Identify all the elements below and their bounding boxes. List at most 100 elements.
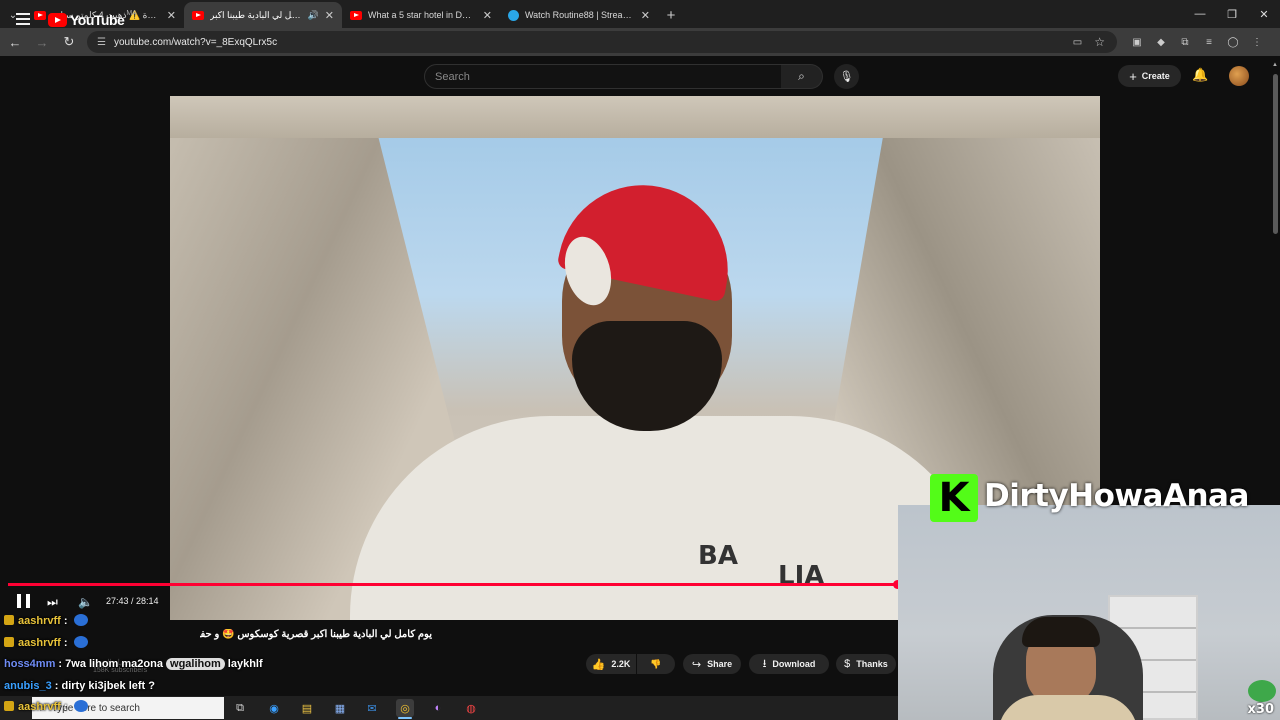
video-scene-shirt	[350, 416, 990, 620]
page-scrollbar[interactable]: ▲	[1270, 62, 1280, 502]
cast-icon[interactable]: ▭	[1073, 37, 1082, 48]
restore-icon[interactable]: ❐	[1216, 0, 1248, 28]
close-icon[interactable]: ✕	[483, 9, 492, 22]
browser-tab-2-active[interactable]: يوم كامل لي البادية طيبنا اكبر 🔊 ✕	[184, 2, 342, 28]
create-label: Create	[1141, 71, 1170, 81]
search-button[interactable]: ⌕	[781, 64, 823, 89]
close-icon[interactable]: ✕	[325, 9, 334, 22]
create-button[interactable]: + Create	[1118, 65, 1181, 87]
chat-message: aashrvff :	[4, 636, 88, 649]
thanks-label: Thanks	[856, 659, 888, 669]
scrollbar-thumb[interactable]	[1273, 74, 1278, 234]
tab-title: يوم كامل لي البادية طيبنا اكبر	[210, 9, 304, 20]
extension-icons: ▣ ◆ ⧉ ≡ ◯ ⋮	[1129, 34, 1265, 50]
dislike-button[interactable]: 👎	[637, 654, 675, 674]
reload-icon[interactable]: ↻	[57, 30, 81, 54]
like-button[interactable]: 👍 2.2K	[586, 654, 636, 674]
video-progress-bar[interactable]	[8, 580, 902, 589]
download-button[interactable]: ⭳ Download	[749, 654, 829, 674]
site-info-icon[interactable]: ☰	[97, 37, 106, 48]
browser-tab-4[interactable]: Watch Routine88 | Streamable ✕	[500, 2, 658, 28]
chat-username: aashrvff	[18, 637, 61, 649]
discord-icon[interactable]: ◐	[429, 699, 447, 717]
translate-extension-icon[interactable]: ▣	[1129, 34, 1145, 50]
youtube-logo[interactable]: YouTube MA	[48, 9, 137, 28]
crown-badge-icon	[4, 637, 14, 647]
scroll-up-arrow-icon[interactable]: ▲	[1272, 62, 1278, 68]
chat-separator: :	[55, 658, 66, 670]
active-app-indicator	[398, 717, 412, 719]
chat-username: aashrvff	[18, 615, 61, 627]
search-input[interactable]: Search	[424, 64, 782, 89]
browser-tab-3[interactable]: What a 5 star hotel in DUBAI lo ✕	[342, 2, 500, 28]
close-icon[interactable]: ✕	[167, 9, 176, 22]
notifications-bell-icon[interactable]: 🔔	[1192, 67, 1208, 83]
chat-text: 7wa lihom ma2ona	[65, 658, 163, 670]
youtube-favicon-icon	[192, 10, 204, 20]
share-arrow-icon: ↪	[691, 658, 702, 671]
chat-message: aashrvff :	[4, 700, 88, 713]
chat-separator: :	[60, 637, 68, 649]
shirt-graphic: BA LIA	[698, 541, 825, 591]
chat-separator: :	[51, 680, 62, 692]
chat-separator: :	[60, 701, 68, 713]
profile-icon[interactable]: ◯	[1225, 34, 1241, 50]
back-arrow-icon[interactable]: ←	[3, 30, 27, 54]
browser-tab-strip: ⌄ مغامرة ⚠️ ذهبت 4 كلمتر سيات 😱 ✕ يوم كا…	[0, 0, 1280, 28]
recording-app-icon[interactable]: ◍	[462, 699, 480, 717]
share-button[interactable]: ↪ Share	[683, 654, 741, 674]
url-text[interactable]: youtube.com/watch?v=_8ExqQLrx5c	[114, 37, 1073, 48]
window-controls: — ❐ ✕	[1184, 0, 1280, 28]
video-scene-beard	[572, 321, 722, 431]
pause-icon[interactable]	[17, 594, 30, 608]
youtube-favicon-icon	[34, 10, 46, 20]
crown-badge-icon	[4, 615, 14, 625]
chat-emote-icon	[73, 614, 88, 626]
youtube-play-logo-icon	[48, 13, 67, 27]
country-code: MA	[126, 9, 137, 17]
screen: ⌄ مغامرة ⚠️ ذهبت 4 كلمتر سيات 😱 ✕ يوم كا…	[0, 0, 1280, 720]
close-icon[interactable]: ✕	[641, 9, 650, 22]
chat-message: anubis_3 : dirty ki3jbek left ?	[4, 680, 155, 692]
outlook-icon[interactable]: ✉	[363, 699, 381, 717]
next-video-icon[interactable]: ⏭	[47, 595, 58, 610]
super-thanks-icon: $	[844, 658, 851, 670]
task-view-icon[interactable]: ⧉	[231, 699, 249, 717]
hamburger-menu-icon[interactable]	[16, 13, 30, 25]
voice-search-mic-icon[interactable]: 🎙	[834, 64, 859, 89]
file-explorer-icon[interactable]: ▤	[298, 699, 316, 717]
chat-emote-icon	[73, 700, 88, 712]
forward-arrow-icon[interactable]: →	[30, 30, 54, 54]
streamer-name-banner: K DirtyHowaAnaa	[928, 473, 1280, 523]
video-title-text: يوم كامل لي البادية طيبنا اكبر قصرية كوس…	[200, 629, 432, 640]
chrome-icon[interactable]: ◎	[396, 699, 414, 717]
thumbs-up-icon: 👍	[591, 658, 606, 671]
minimize-icon[interactable]: —	[1184, 0, 1216, 28]
reading-list-icon[interactable]: ≡	[1201, 34, 1217, 50]
youtube-favicon-icon	[350, 10, 362, 20]
volume-icon[interactable]: 🔈	[78, 595, 93, 609]
video-scene-wall-top	[170, 96, 1100, 138]
chat-emote-icon	[73, 636, 88, 648]
streamer-name: DirtyHowaAnaa	[984, 478, 1249, 514]
window-close-icon[interactable]: ✕	[1248, 0, 1280, 28]
tab-title: Watch Routine88 | Streamable	[525, 10, 635, 20]
thanks-button[interactable]: $ Thanks	[836, 654, 896, 674]
diamond-extension-icon[interactable]: ◆	[1153, 34, 1169, 50]
download-icon: ⭳	[762, 657, 767, 670]
edge-browser-icon[interactable]: ◉	[265, 699, 283, 717]
address-toolbar: ← → ↻ ☰ youtube.com/watch?v=_8ExqQLrx5c …	[0, 28, 1280, 56]
more-menu-icon[interactable]: ⋮	[1249, 34, 1265, 50]
extensions-puzzle-icon[interactable]: ⧉	[1177, 34, 1193, 50]
bookmark-star-icon[interactable]: ☆	[1094, 35, 1105, 49]
new-tab-plus-icon[interactable]: +	[658, 2, 684, 28]
store-icon[interactable]: ▦	[331, 699, 349, 717]
multiplier-badge: x30	[1247, 702, 1274, 717]
chat-username: anubis_3	[4, 680, 52, 692]
account-avatar[interactable]	[1229, 66, 1249, 86]
mascot-emote-icon	[1248, 680, 1276, 702]
chat-text: dirty ki3jbek left ?	[61, 680, 155, 692]
crown-badge-icon	[4, 701, 14, 711]
url-bar[interactable]: ☰ youtube.com/watch?v=_8ExqQLrx5c ▭ ☆	[87, 31, 1117, 53]
audio-playing-icon[interactable]: 🔊	[308, 10, 319, 21]
